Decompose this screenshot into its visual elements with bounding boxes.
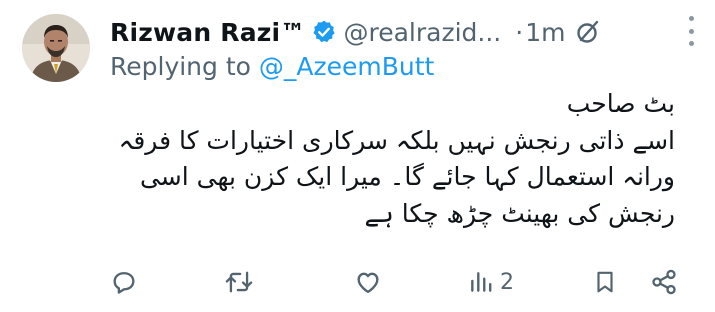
- views-count: 2: [500, 269, 514, 295]
- replying-to-mention[interactable]: @_AzeemButt: [259, 52, 434, 81]
- tweet-text-line: اسے ذاتی رنجش نہیں بلکہ سرکاری اختیارات …: [118, 125, 675, 155]
- reply-button[interactable]: [110, 268, 138, 296]
- tweet-text-line: بٹ صاحب: [566, 89, 675, 118]
- tweet-text-line: ورانہ استعمال کہا جائے گا۔ میرا ایک کزن …: [139, 162, 675, 191]
- reply-icon: [113, 272, 135, 294]
- tweet-text-line: رنجش کی بھینٹ چڑھ چکا ہے: [364, 198, 675, 228]
- profile-photo: [22, 14, 90, 82]
- views-icon: [471, 272, 492, 292]
- tweet-text: بٹ صاحب اسے ذاتی رنجش نہیں بلکہ سرکاری ا…: [118, 86, 675, 232]
- bookmark-icon: [597, 271, 613, 293]
- replying-to: Replying to @_AzeemButt: [110, 52, 434, 81]
- avatar[interactable]: [22, 14, 90, 82]
- share-button[interactable]: [650, 268, 678, 296]
- replying-to-label: Replying to: [110, 52, 251, 81]
- tweet-header: Rizwan Razi™ @realrazid... · 1m: [110, 12, 695, 52]
- grok-icon[interactable]: [575, 19, 601, 45]
- tweet-actions: 2: [0, 260, 715, 300]
- separator-dot: ·: [515, 17, 524, 47]
- verified-badge-icon[interactable]: [311, 19, 337, 45]
- views-button[interactable]: 2: [468, 268, 514, 296]
- retweet-icon: [225, 271, 253, 293]
- heart-icon: [357, 272, 379, 294]
- retweet-button[interactable]: [224, 268, 254, 296]
- author-handle[interactable]: @realrazid...: [343, 18, 501, 47]
- share-icon: [652, 269, 676, 295]
- bookmark-button[interactable]: [592, 268, 618, 296]
- like-button[interactable]: [354, 268, 382, 296]
- author-name[interactable]: Rizwan Razi™: [110, 18, 305, 47]
- more-options-icon[interactable]: [687, 16, 695, 46]
- timestamp[interactable]: 1m: [525, 18, 565, 47]
